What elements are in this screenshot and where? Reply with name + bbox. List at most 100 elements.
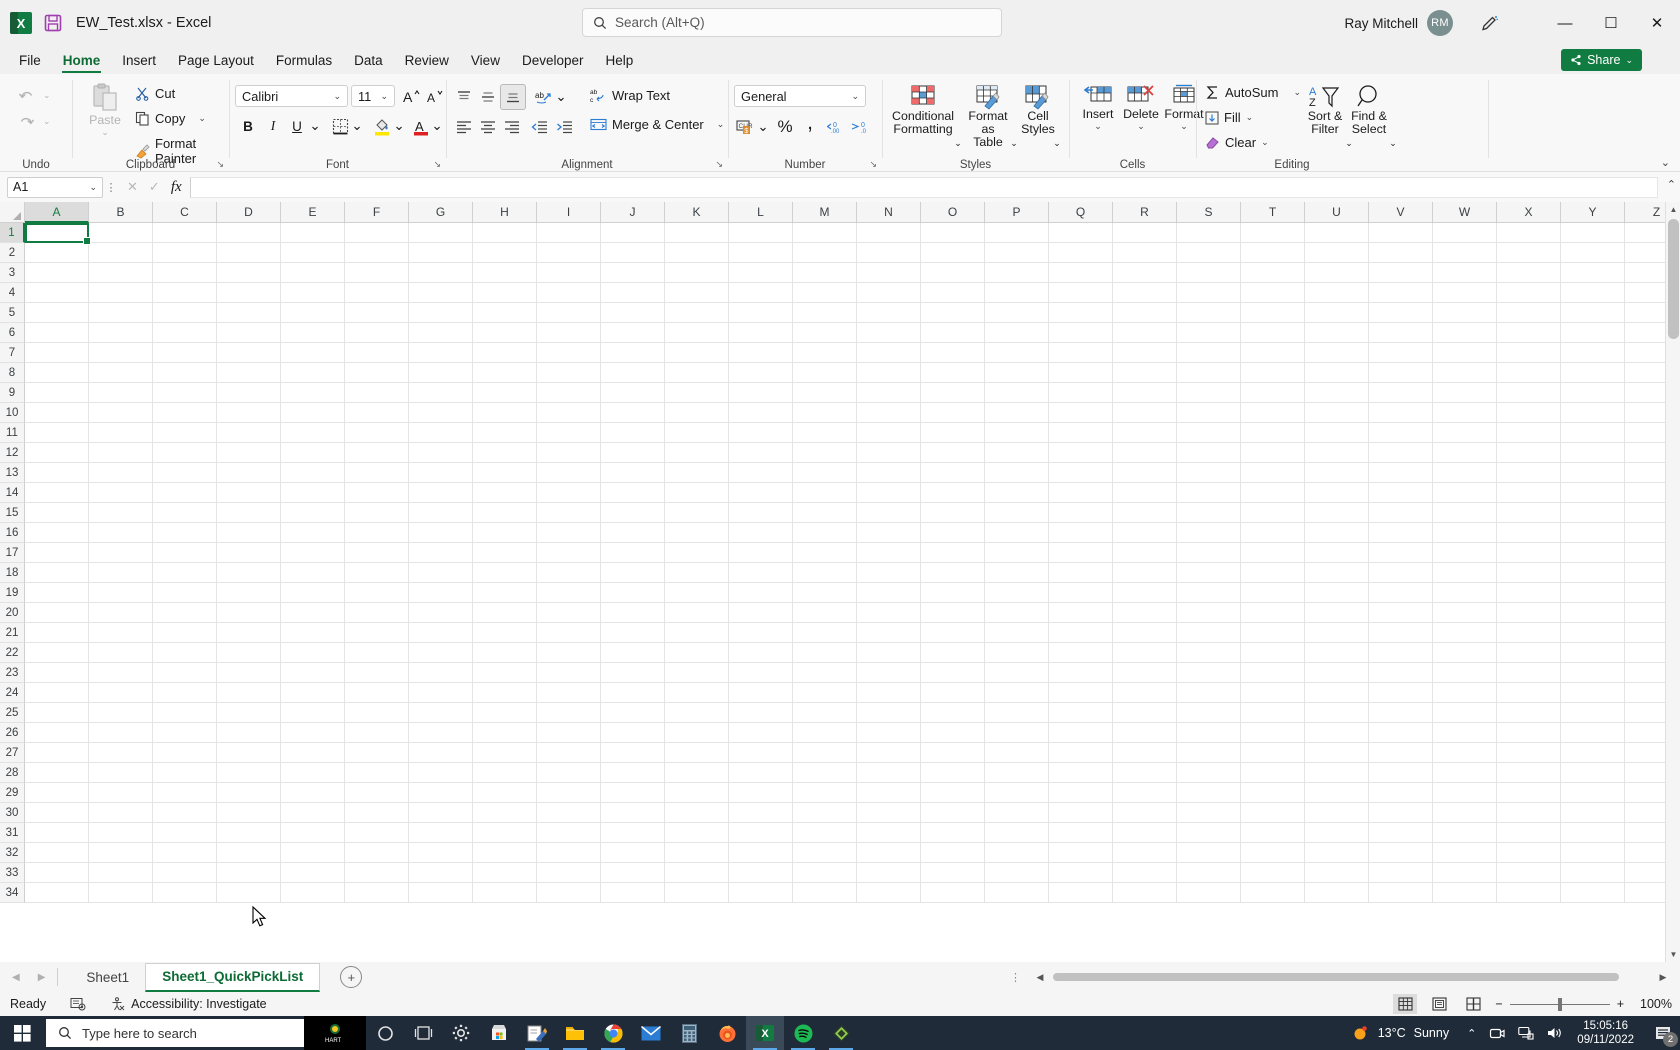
cell-P6[interactable]	[985, 323, 1049, 343]
row-header-10[interactable]: 10	[0, 403, 25, 423]
cell-Y19[interactable]	[1561, 583, 1625, 603]
cell-R5[interactable]	[1113, 303, 1177, 323]
cell-Q6[interactable]	[1049, 323, 1113, 343]
cell-L20[interactable]	[729, 603, 793, 623]
cell-A27[interactable]	[25, 743, 89, 763]
cell-E8[interactable]	[281, 363, 345, 383]
cell-N3[interactable]	[857, 263, 921, 283]
cell-R21[interactable]	[1113, 623, 1177, 643]
row-header-27[interactable]: 27	[0, 743, 25, 763]
cell-G21[interactable]	[409, 623, 473, 643]
cell-Y23[interactable]	[1561, 663, 1625, 683]
cell-C1[interactable]	[153, 223, 217, 243]
cell-U8[interactable]	[1305, 363, 1369, 383]
borders-caret-icon[interactable]: ⌄	[350, 115, 364, 137]
column-header-Y[interactable]: Y	[1561, 202, 1625, 223]
cell-M13[interactable]	[793, 463, 857, 483]
cell-L5[interactable]	[729, 303, 793, 323]
cell-K13[interactable]	[665, 463, 729, 483]
cell-U20[interactable]	[1305, 603, 1369, 623]
redo-caret-icon[interactable]: ⌄	[43, 116, 51, 127]
cell-L27[interactable]	[729, 743, 793, 763]
decrease-indent-button[interactable]	[527, 116, 551, 138]
cell-P7[interactable]	[985, 343, 1049, 363]
cell-B17[interactable]	[89, 543, 153, 563]
cell-V31[interactable]	[1369, 823, 1433, 843]
cell-X11[interactable]	[1497, 423, 1561, 443]
cell-I34[interactable]	[537, 883, 601, 903]
cell-D30[interactable]	[217, 803, 281, 823]
row-header-12[interactable]: 12	[0, 443, 25, 463]
cell-M12[interactable]	[793, 443, 857, 463]
cell-P30[interactable]	[985, 803, 1049, 823]
cell-M22[interactable]	[793, 643, 857, 663]
cell-O13[interactable]	[921, 463, 985, 483]
cell-W1[interactable]	[1433, 223, 1497, 243]
cell-R8[interactable]	[1113, 363, 1177, 383]
cell-M32[interactable]	[793, 843, 857, 863]
cell-I13[interactable]	[537, 463, 601, 483]
cell-D6[interactable]	[217, 323, 281, 343]
row-header-23[interactable]: 23	[0, 663, 25, 683]
cell-C30[interactable]	[153, 803, 217, 823]
cell-J21[interactable]	[601, 623, 665, 643]
format-as-table-caret-icon[interactable]: ⌄	[1008, 136, 1020, 150]
cell-K32[interactable]	[665, 843, 729, 863]
cell-W31[interactable]	[1433, 823, 1497, 843]
cell-C31[interactable]	[153, 823, 217, 843]
cell-Y27[interactable]	[1561, 743, 1625, 763]
cell-R33[interactable]	[1113, 863, 1177, 883]
scroll-split-grip[interactable]: ⋮	[1010, 971, 1021, 984]
cell-P25[interactable]	[985, 703, 1049, 723]
cell-E23[interactable]	[281, 663, 345, 683]
cell-S22[interactable]	[1177, 643, 1241, 663]
cell-F8[interactable]	[345, 363, 409, 383]
cell-T10[interactable]	[1241, 403, 1305, 423]
cell-Y3[interactable]	[1561, 263, 1625, 283]
cell-B32[interactable]	[89, 843, 153, 863]
cell-Q2[interactable]	[1049, 243, 1113, 263]
fill-color-button[interactable]	[370, 115, 394, 137]
fill-caret-icon[interactable]: ⌄	[1246, 112, 1254, 123]
cell-V4[interactable]	[1369, 283, 1433, 303]
cell-S5[interactable]	[1177, 303, 1241, 323]
cell-W26[interactable]	[1433, 723, 1497, 743]
cell-B11[interactable]	[89, 423, 153, 443]
cell-R17[interactable]	[1113, 543, 1177, 563]
cell-T17[interactable]	[1241, 543, 1305, 563]
cell-Q23[interactable]	[1049, 663, 1113, 683]
column-header-U[interactable]: U	[1305, 202, 1369, 223]
cell-Y30[interactable]	[1561, 803, 1625, 823]
check-icon[interactable]: ✓	[149, 179, 160, 195]
cell-J33[interactable]	[601, 863, 665, 883]
cell-N11[interactable]	[857, 423, 921, 443]
cell-C10[interactable]	[153, 403, 217, 423]
cell-P11[interactable]	[985, 423, 1049, 443]
column-header-M[interactable]: M	[793, 202, 857, 223]
cell-S34[interactable]	[1177, 883, 1241, 903]
zoom-track[interactable]	[1509, 997, 1610, 1011]
cell-T19[interactable]	[1241, 583, 1305, 603]
cell-K7[interactable]	[665, 343, 729, 363]
cell-I4[interactable]	[537, 283, 601, 303]
cell-I26[interactable]	[537, 723, 601, 743]
cell-M18[interactable]	[793, 563, 857, 583]
row-header-22[interactable]: 22	[0, 643, 25, 663]
cell-M28[interactable]	[793, 763, 857, 783]
cell-C33[interactable]	[153, 863, 217, 883]
cell-H21[interactable]	[473, 623, 537, 643]
row-header-29[interactable]: 29	[0, 783, 25, 803]
minimize-button[interactable]: —	[1542, 0, 1588, 46]
cell-M17[interactable]	[793, 543, 857, 563]
cell-U25[interactable]	[1305, 703, 1369, 723]
cell-H32[interactable]	[473, 843, 537, 863]
tab-help[interactable]: Help	[595, 50, 645, 74]
cell-J20[interactable]	[601, 603, 665, 623]
cell-I27[interactable]	[537, 743, 601, 763]
cell-G15[interactable]	[409, 503, 473, 523]
cell-F1[interactable]	[345, 223, 409, 243]
cell-F15[interactable]	[345, 503, 409, 523]
spotify-icon[interactable]	[784, 1016, 822, 1050]
align-middle-button[interactable]	[476, 86, 500, 108]
cell-I12[interactable]	[537, 443, 601, 463]
